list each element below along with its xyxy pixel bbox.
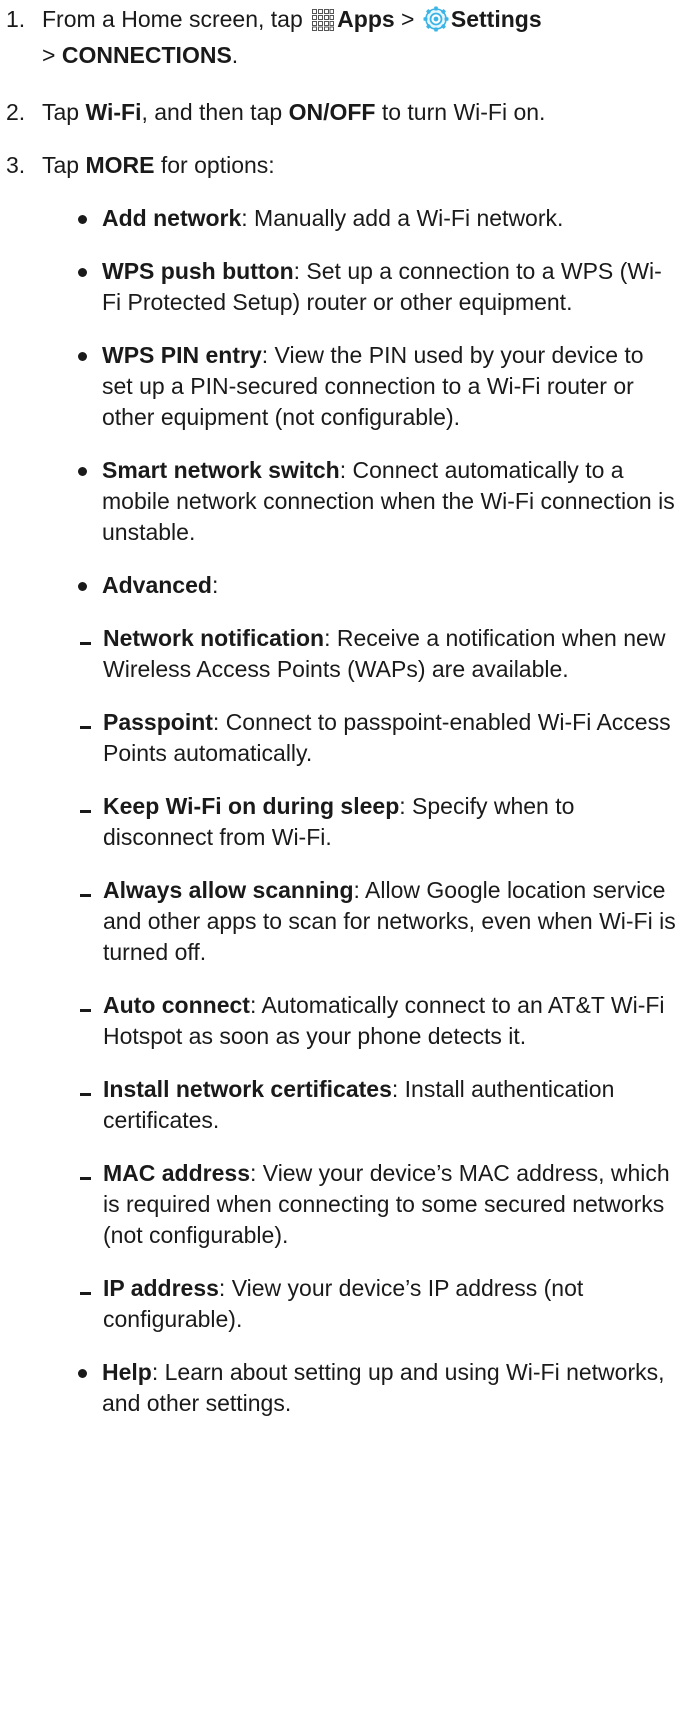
sub-item-text: MAC address: View your device’s MAC addr… [103,1158,679,1251]
dash-marker [80,1093,91,1096]
option-term: Advanced [102,572,212,598]
option-term: Smart network switch [102,457,340,483]
dash-marker [80,894,91,897]
list-item-text: Smart network switch: Connect automatica… [102,455,680,548]
option-description: : Learn about setting up and using Wi-Fi… [102,1359,665,1416]
separator: > [42,42,56,68]
step-text-lead: Tap [42,152,80,178]
step-text: Tap Wi-Fi, and then tap ON/OFF to turn W… [42,97,678,128]
option-term: WPS push button [102,258,294,284]
step-text-end: to turn Wi-Fi on. [381,99,546,125]
step-text-mid: , and then tap [141,99,283,125]
dash-marker [80,1009,91,1012]
separator: > [401,6,415,32]
sub-item-text: Always allow scanning: Allow Google loca… [103,875,679,968]
sub-item-text: Keep Wi-Fi on during sleep: Specify when… [103,791,679,853]
apps-grid-icon [311,8,335,40]
apps-label: Apps [337,6,395,32]
step-number: 3. [6,152,26,178]
list-item-text: WPS push button: Set up a connection to … [102,256,680,318]
settings-label: Settings [450,6,542,32]
sub-item-term: Keep Wi-Fi on during sleep [103,793,400,819]
step-text-end: for options: [160,152,275,178]
sub-item-term: Always allow scanning [103,877,354,903]
list-item-text: Help: Learn about setting up and using W… [102,1357,680,1419]
sub-item-text: Install network certificates: Install au… [103,1074,679,1136]
list-item-text: Advanced: [102,570,680,601]
dash-marker [80,1292,91,1295]
onoff-label: ON/OFF [288,99,376,125]
option-term: Add network [102,205,242,231]
bullet-dot [78,1369,87,1378]
dash-marker [80,726,91,729]
step-number: 2. [6,99,26,125]
bullet-dot [78,215,87,224]
list-item-text: Add network: Manually add a Wi-Fi networ… [102,203,680,234]
step-text-lead: Tap [42,99,80,125]
bullet-dot [78,582,87,591]
more-label: MORE [85,152,155,178]
sub-item-term: MAC address [103,1160,250,1186]
list-item-text: WPS PIN entry: View the PIN used by your… [102,340,680,433]
step-text: From a Home screen, tap Apps > Settings … [42,4,678,71]
step-text-lead: From a Home screen, tap [42,6,303,32]
step-number: 1. [6,6,26,32]
option-description: : [211,572,219,598]
dash-marker [80,810,91,813]
sub-item-text: Auto connect: Automatically connect to a… [103,990,679,1052]
settings-gear-icon [423,6,449,40]
option-term: WPS PIN entry [102,342,262,368]
wifi-label: Wi-Fi [85,99,142,125]
sub-item-text: Passpoint: Connect to passpoint-enabled … [103,707,679,769]
step-text-end: . [231,42,239,68]
dash-marker [80,642,91,645]
option-description: : Manually add a Wi-Fi network. [241,205,564,231]
sub-item-term: Install network certificates [103,1076,392,1102]
sub-item-term: IP address [103,1275,219,1301]
bullet-dot [78,467,87,476]
sub-item-term: Auto connect [103,992,250,1018]
dash-marker [80,1177,91,1180]
sub-item-text: Network notification: Receive a notifica… [103,623,679,685]
bullet-dot [78,352,87,361]
bullet-dot [78,268,87,277]
option-term: Help [102,1359,152,1385]
connections-label: CONNECTIONS [61,42,232,68]
sub-item-text: IP address: View your device’s IP addres… [103,1273,679,1335]
sub-item-term: Network notification [103,625,325,651]
sub-item-term: Passpoint [103,709,213,735]
step-text: Tap MORE for options: [42,150,678,181]
